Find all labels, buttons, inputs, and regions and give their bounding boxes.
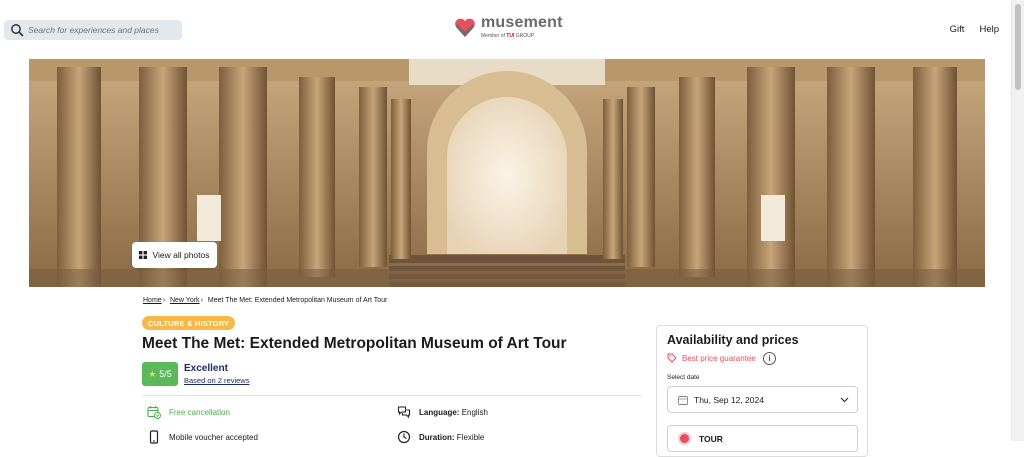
tour-option[interactable]: TOUR: [667, 425, 858, 452]
breadcrumb-current: Meet The Met: Extended Metropolitan Muse…: [207, 297, 388, 304]
feature-duration: Duration: Flexible: [397, 430, 484, 444]
breadcrumb-separator: ›: [162, 297, 166, 304]
chevron-down-icon: [840, 397, 849, 403]
help-link[interactable]: Help: [979, 24, 999, 35]
duration-text: Duration: Flexible: [419, 432, 485, 442]
breadcrumb: Home› New York› Meet The Met: Extended M…: [143, 297, 387, 304]
logo-wordmark: musement: [481, 14, 563, 31]
info-icon[interactable]: i: [763, 352, 776, 365]
search-icon: [11, 24, 24, 37]
page-title: Meet The Met: Extended Metropolitan Muse…: [142, 335, 567, 352]
rating-score: 5/5: [159, 369, 172, 379]
search-input[interactable]: [24, 25, 178, 35]
breadcrumb-home[interactable]: Home: [143, 297, 162, 304]
page-scrollbar[interactable]: [1011, 0, 1024, 441]
date-picker[interactable]: Thu, Sep 12, 2024: [667, 386, 858, 413]
tour-option-label: TOUR: [699, 433, 723, 444]
select-date-label: Select date: [667, 374, 700, 381]
scrollbar-thumb[interactable]: [1015, 4, 1021, 90]
mobile-voucher-text: Mobile voucher accepted: [169, 432, 258, 442]
category-badge[interactable]: CULTURE & HISTORY: [142, 316, 236, 330]
speech-bubbles-icon: [397, 406, 411, 419]
availability-panel: Availability and prices Best price guara…: [656, 325, 868, 457]
calendar-icon: [678, 395, 688, 405]
logo-member-line: Member of TUI GROUP: [481, 33, 535, 39]
language-text: Language: English: [419, 407, 488, 417]
feature-mobile-voucher: Mobile voucher accepted: [147, 430, 258, 444]
search-bar[interactable]: [4, 20, 182, 40]
free-cancellation-text: Free cancellation: [169, 407, 230, 417]
mobile-phone-icon: [149, 430, 159, 444]
price-tag-icon: [667, 353, 677, 363]
gift-link[interactable]: Gift: [950, 24, 965, 35]
divider: [142, 395, 642, 396]
rating-label: Excellent: [184, 363, 228, 374]
clock-icon: [397, 430, 411, 444]
breadcrumb-new-york[interactable]: New York: [170, 297, 200, 304]
star-icon: ★: [148, 368, 157, 379]
heart-logo-icon: [455, 18, 475, 37]
top-links: Gift Help: [950, 24, 999, 35]
breadcrumb-separator: ›: [200, 297, 203, 304]
musement-logo[interactable]: musement Member of TUI GROUP: [453, 14, 563, 44]
reviews-link[interactable]: Based on 2 reviews: [184, 376, 249, 385]
calendar-check-icon: [147, 406, 161, 419]
hero-image[interactable]: View all photos: [29, 59, 985, 287]
availability-title: Availability and prices: [667, 333, 799, 347]
selected-date: Thu, Sep 12, 2024: [694, 394, 764, 405]
feature-language: Language: English: [397, 405, 488, 419]
view-all-photos-label: View all photos: [152, 250, 210, 260]
radio-selected[interactable]: [678, 432, 691, 445]
view-all-photos-button[interactable]: View all photos: [132, 242, 217, 268]
rating-score-badge: ★ 5/5: [142, 362, 178, 386]
feature-free-cancellation: Free cancellation: [147, 405, 230, 419]
best-price-guarantee[interactable]: Best price guarantee: [667, 353, 756, 363]
grid-icon: [139, 251, 148, 259]
best-price-guarantee-label: Best price guarantee: [682, 353, 756, 363]
